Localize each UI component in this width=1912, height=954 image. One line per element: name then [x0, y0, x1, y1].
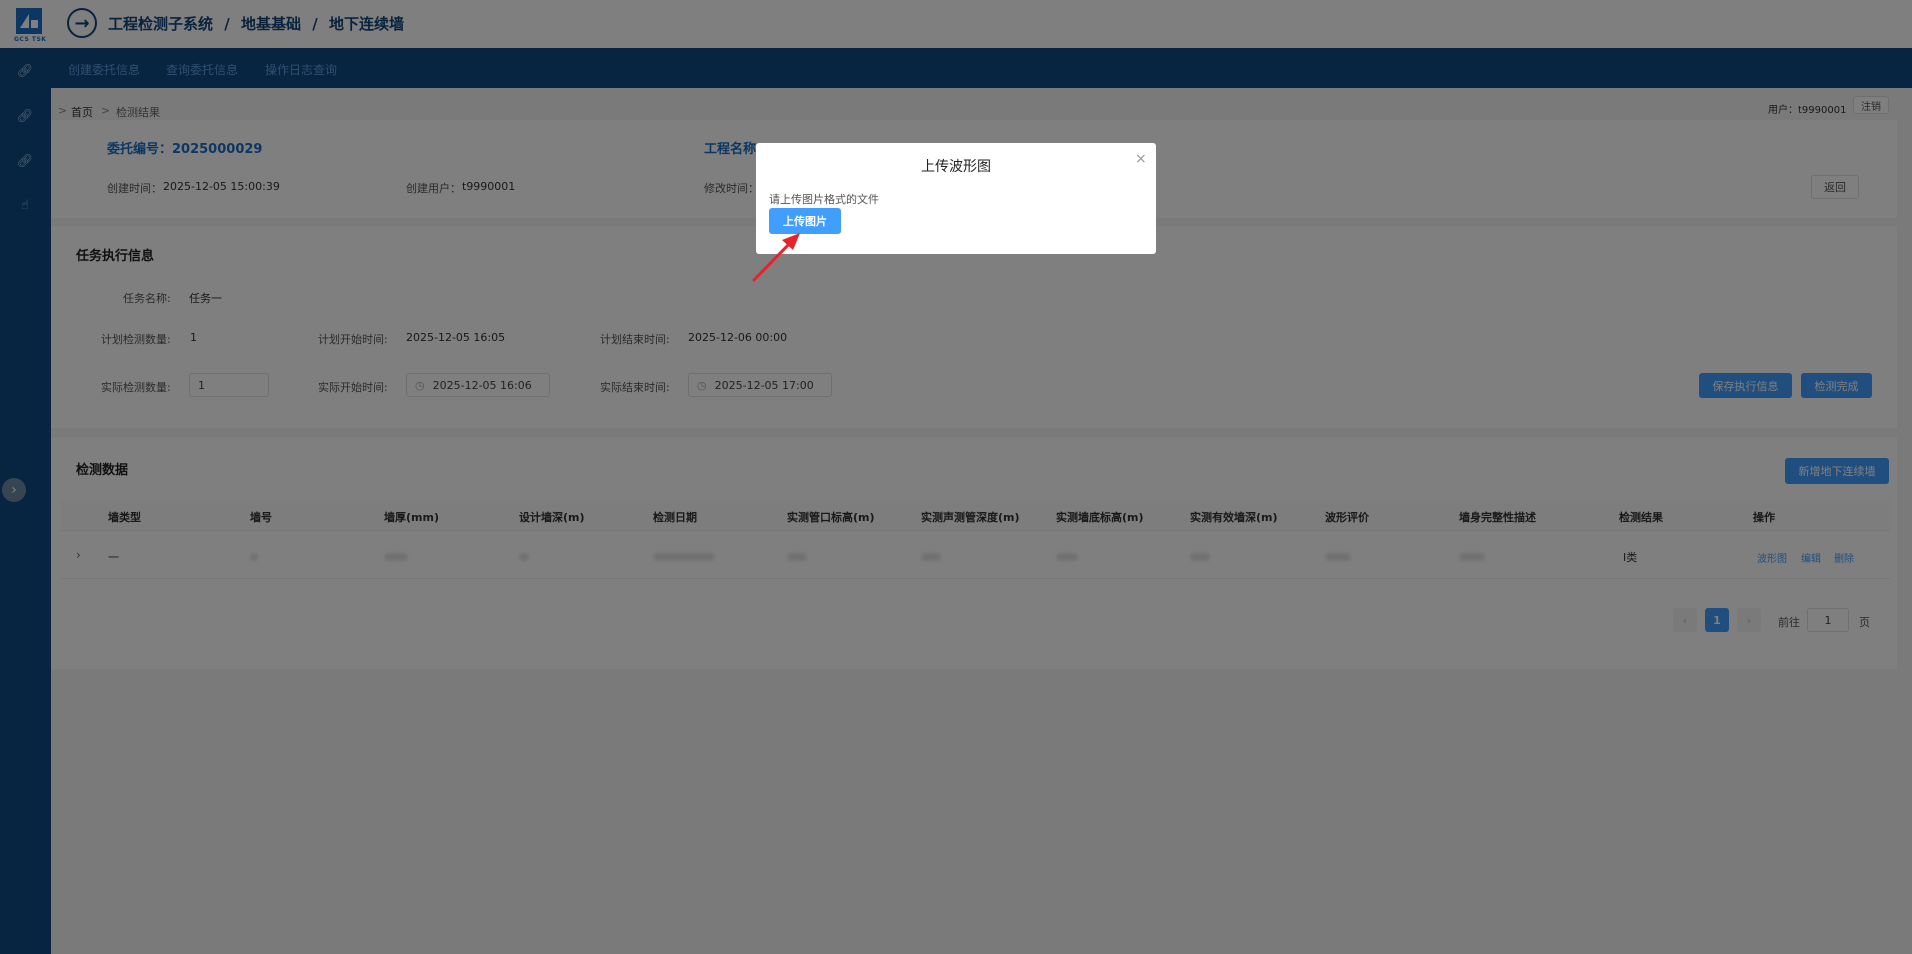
upload-waveform-dialog: 上传波形图 × 请上传图片格式的文件 上传图片	[756, 143, 1156, 254]
annotation-arrow-icon	[752, 233, 800, 282]
upload-hint: 请上传图片格式的文件	[769, 193, 879, 206]
dialog-title: 上传波形图	[921, 159, 991, 175]
close-icon[interactable]: ×	[1135, 151, 1147, 167]
